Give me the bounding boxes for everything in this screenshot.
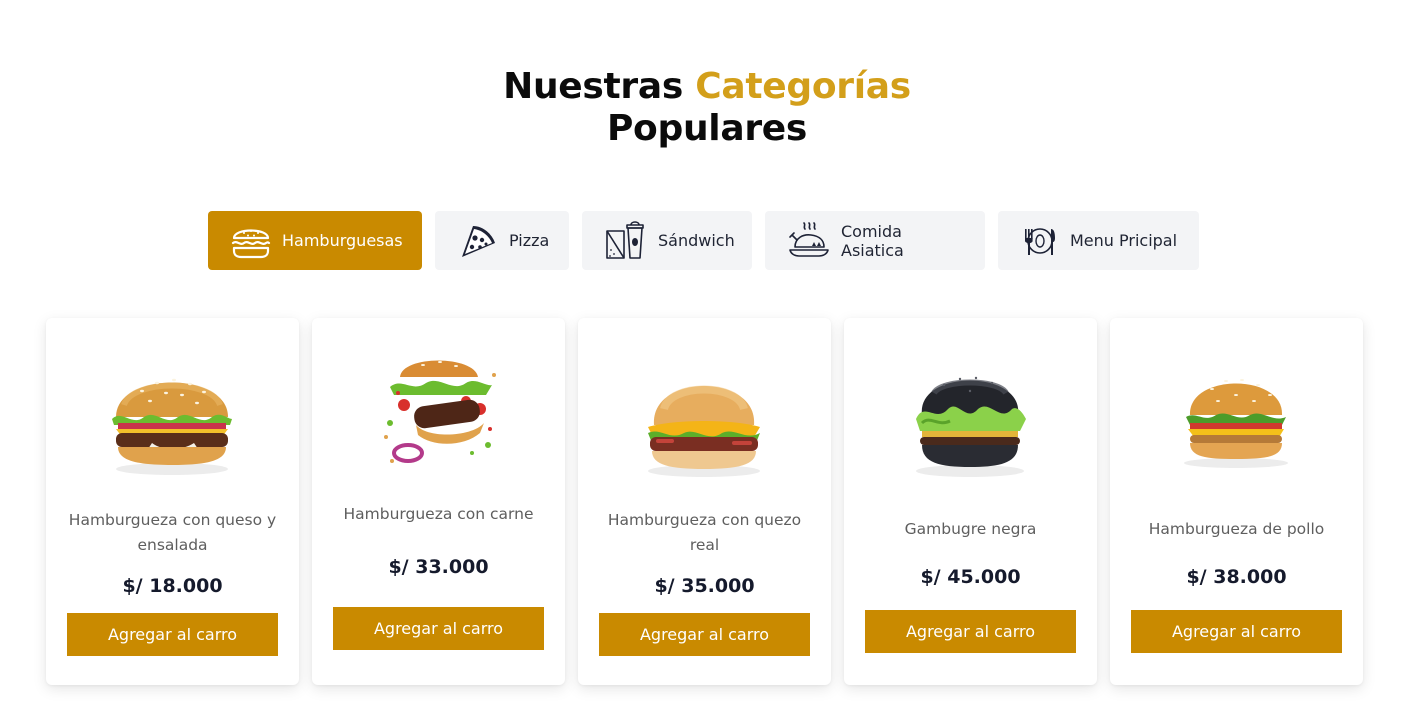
add-to-cart-button[interactable]: Agregar al carro [599,613,810,656]
product-card: Hamburgueza con queso y ensalada $/ 18.0… [46,318,299,685]
tab-label: Menu Pricipal [1070,231,1178,250]
tab-comida-asiatica[interactable]: Comida Asiatica [765,211,985,270]
product-price: $/ 33.000 [388,556,489,578]
category-tabs: Hamburguesas Pizza Sándwich Comida Asiat… [208,211,1199,270]
section-title: Nuestras Categorías Populares [0,66,1414,150]
title-part1: Nuestras [503,66,683,107]
tab-hamburguesas[interactable]: Hamburguesas [208,211,422,270]
title-accent: Categorías [695,66,911,107]
product-price: $/ 18.000 [122,575,223,597]
product-name: Hamburgueza con queso y ensalada [68,511,277,554]
product-card: Hamburgueza con carne $/ 33.000 Agregar … [312,318,565,685]
product-price: $/ 38.000 [1186,566,1287,588]
tab-label: Comida Asiatica [841,221,904,260]
product-name: Hamburgueza con quezo real [607,511,802,554]
tab-pizza[interactable]: Pizza [435,211,569,270]
tab-menu-pricipal[interactable]: Menu Pricipal [998,211,1199,270]
add-to-cart-button[interactable]: Agregar al carro [1131,610,1342,653]
title-part2: Populares [606,108,808,149]
tab-label: Hamburguesas [282,231,403,250]
burger-real-cheese-image [648,385,760,477]
add-to-cart-button[interactable]: Agregar al carro [67,613,278,656]
product-card: Gambugre negra $/ 45.000 Agregar al carr… [844,318,1097,685]
tab-sandwich[interactable]: Sándwich [582,211,752,270]
product-price: $/ 35.000 [654,575,755,597]
pizza-icon [462,225,495,257]
product-card: Hamburgueza de pollo $/ 38.000 Agregar a… [1110,318,1363,685]
add-to-cart-button[interactable]: Agregar al carro [865,610,1076,653]
product-name: Hamburgueza con carne [343,505,534,523]
burger-cheese-salad-image [112,378,232,475]
product-name: Gambugre negra [904,520,1037,538]
product-price: $/ 45.000 [920,566,1021,588]
burger-flying-meat-image [384,360,496,463]
tab-label: Pizza [509,231,550,250]
tab-label: Sándwich [658,231,735,250]
product-name: Hamburgueza de pollo [1148,520,1325,538]
black-burger-image [916,376,1026,477]
add-to-cart-button[interactable]: Agregar al carro [333,607,544,650]
product-grid: Hamburgueza con queso y ensalada $/ 18.0… [46,318,1363,685]
sandwich-icon [606,220,644,259]
cutlery-icon [1025,227,1055,255]
product-card: Hamburgueza con quezo real $/ 35.000 Agr… [578,318,831,685]
burger-icon [231,228,271,258]
chicken-burger-image [1184,379,1288,468]
roast-chicken-icon [789,221,829,257]
